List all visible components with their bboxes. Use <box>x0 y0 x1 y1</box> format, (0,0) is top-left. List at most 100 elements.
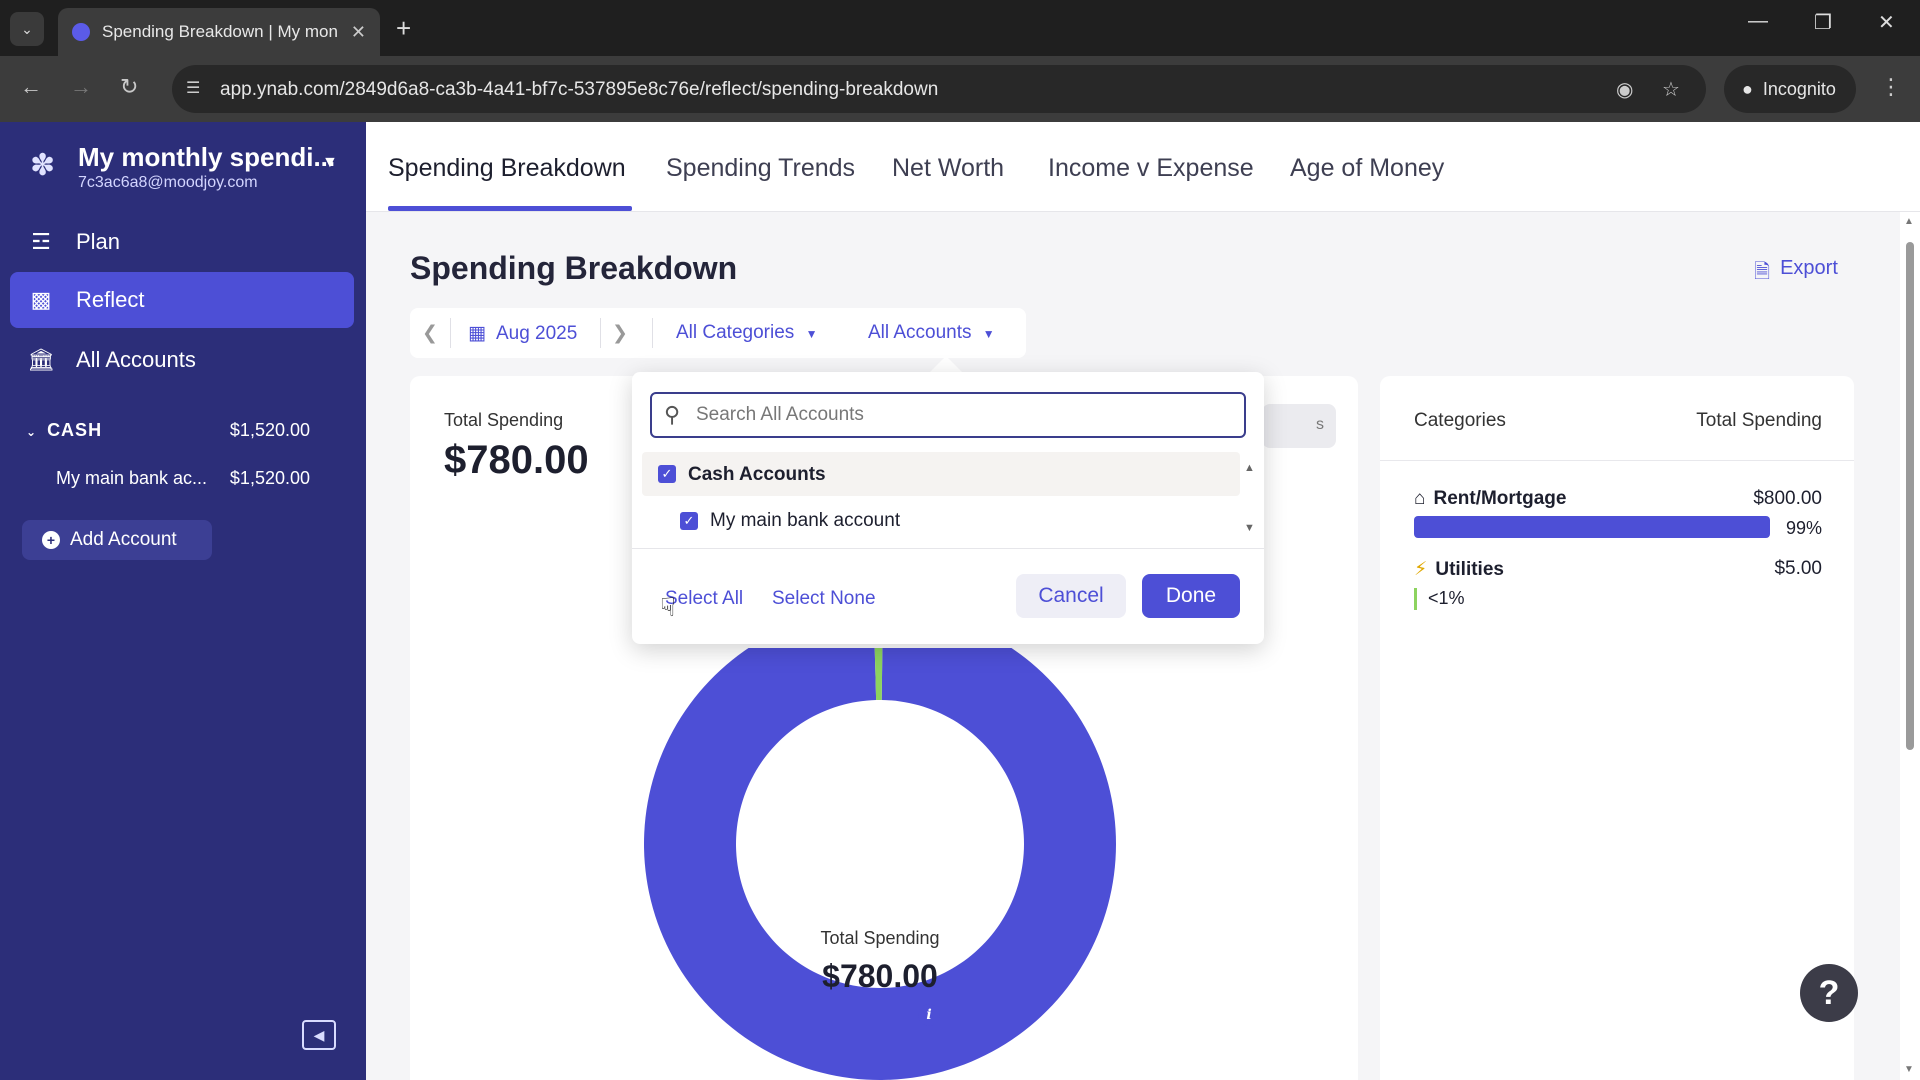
scroll-up-icon[interactable]: ▲ <box>1904 216 1914 227</box>
address-bar[interactable]: ☰ app.ynab.com/2849d6a8-ca3b-4a41-bf7c-5… <box>172 65 1706 113</box>
restore-icon[interactable]: ❐ <box>1814 10 1832 35</box>
tab-spending-trends[interactable]: Spending Trends <box>666 154 855 183</box>
dropdown-scroll-down-icon[interactable]: ▼ <box>1244 522 1255 534</box>
sidebar-item-reflect[interactable]: ▩ Reflect <box>10 272 354 328</box>
sidebar-item-all-accounts[interactable]: 🏛 All Accounts <box>10 332 354 388</box>
ynab-favicon-icon <box>72 23 90 41</box>
scroll-down-icon[interactable]: ▼ <box>1904 1064 1914 1075</box>
divider <box>600 318 601 348</box>
minimize-icon[interactable]: — <box>1748 10 1768 33</box>
budget-menu-caret-icon[interactable]: ▼ <box>322 154 338 172</box>
divider <box>652 318 653 348</box>
done-button[interactable]: Done <box>1142 574 1240 618</box>
next-month-icon[interactable]: ❯ <box>612 322 628 345</box>
tab-age-of-money[interactable]: Age of Money <box>1290 154 1444 183</box>
month-picker[interactable]: ▦ Aug 2025 <box>468 322 577 345</box>
close-window-icon[interactable]: ✕ <box>1878 10 1895 35</box>
accounts-dropdown: ⚲ ✓ Cash Accounts ✓ My main bank account… <box>632 372 1264 644</box>
dropdown-pointer <box>930 356 962 372</box>
account-search-input[interactable] <box>696 402 1236 428</box>
sidebar-item-label: Reflect <box>76 287 145 312</box>
accounts-filter[interactable]: All Accounts ▼ <box>868 322 995 344</box>
select-none-link[interactable]: Select None <box>772 588 876 610</box>
main-bank-account-label[interactable]: My main bank account <box>710 510 900 532</box>
browser-menu-icon[interactable]: ⋮ <box>1880 74 1902 100</box>
collapse-sidebar-icon[interactable]: ◀ <box>302 1020 336 1050</box>
donut-center-label: Total Spending <box>820 928 940 948</box>
incognito-badge[interactable]: ● Incognito <box>1724 65 1856 113</box>
tab-list-button[interactable]: ⌄ <box>10 12 44 46</box>
budget-email: 7c3ac6a8@moodjoy.com <box>78 174 258 191</box>
categories-filter[interactable]: All Categories ▼ <box>676 322 817 344</box>
site-settings-icon[interactable]: ☰ <box>186 78 200 98</box>
browser-toolbar: ← → ↻ ☰ app.ynab.com/2849d6a8-ca3b-4a41-… <box>0 56 1920 122</box>
account-search-field[interactable]: ⚲ <box>650 392 1246 438</box>
sidebar-item-label: All Accounts <box>76 347 196 372</box>
dropdown-scroll-up-icon[interactable]: ▲ <box>1244 462 1255 474</box>
filter-bar: ❮ ▦ Aug 2025 ❯ All Categories ▼ All Accou… <box>410 308 1026 358</box>
tab-title: Spending Breakdown | My mon <box>102 22 338 41</box>
category-amount: $800.00 <box>1753 488 1822 509</box>
account-name: My main bank ac... <box>56 468 208 488</box>
eye-off-icon[interactable]: ◉ <box>1616 77 1633 102</box>
sidebar-item-plan[interactable]: ☲ Plan <box>10 214 354 270</box>
cash-accounts-checkbox[interactable]: ✓ <box>658 465 676 483</box>
url-text: app.ynab.com/2849d6a8-ca3b-4a41-bf7c-537… <box>220 79 939 100</box>
calendar-icon: ▦ <box>468 323 486 344</box>
help-button[interactable]: ? <box>1800 964 1858 1022</box>
house-icon: ⌂ <box>1414 488 1426 509</box>
category-row-rent[interactable]: ⌂ Rent/Mortgage <box>1414 488 1566 510</box>
back-icon[interactable]: ← <box>20 74 42 100</box>
close-tab-icon[interactable]: ✕ <box>351 22 366 43</box>
group-amount: $1,520.00 <box>229 420 310 440</box>
account-group-cash[interactable]: ⌄ CASH $1,520.00 <box>26 420 310 441</box>
scroll-thumb[interactable] <box>1906 242 1914 750</box>
category-percent: 99% <box>1786 518 1823 538</box>
plus-circle-icon: + <box>42 531 60 549</box>
account-amount: $1,520.00 <box>229 468 310 488</box>
main-bank-account-checkbox[interactable]: ✓ <box>680 512 698 530</box>
browser-tab[interactable]: Spending Breakdown | My mon ✕ <box>58 8 380 56</box>
forward-icon[interactable]: → <box>70 74 92 100</box>
export-label: Export <box>1780 257 1838 279</box>
lightning-icon: ⚡ <box>1414 559 1428 580</box>
reload-icon[interactable]: ↻ <box>120 74 138 100</box>
sidebar-item-label: Plan <box>76 229 121 254</box>
budget-name[interactable]: My monthly spendi... <box>78 142 335 173</box>
export-button[interactable]: 🗎 Export <box>1754 257 1838 291</box>
page-scrollbar[interactable]: ▲ ▼ <box>1900 212 1920 1080</box>
bar-chart-icon: ▩ <box>30 287 52 312</box>
active-tab-indicator <box>388 206 632 211</box>
spending-donut-chart <box>644 648 1116 1080</box>
period-label: Aug 2025 <box>495 323 578 344</box>
sidebar: ✽ My monthly spendi... 7c3ac6a8@moodjoy.… <box>0 122 366 1080</box>
tab-net-worth[interactable]: Net Worth <box>892 154 1004 183</box>
report-tabs: Spending Breakdown Spending Trends Net W… <box>366 122 1920 212</box>
total-spending-value: $780.00 <box>444 438 589 482</box>
view-toggle-button[interactable]: s <box>1262 404 1336 448</box>
tab-income-v-expense[interactable]: Income v Expense <box>1048 154 1254 183</box>
bookmark-star-icon[interactable]: ☆ <box>1662 77 1680 102</box>
categories-filter-label: All Categories <box>676 322 795 343</box>
page-title: Spending Breakdown <box>410 250 738 286</box>
select-all-link[interactable]: Select All <box>665 588 743 610</box>
divider <box>632 548 1264 549</box>
plan-icon: ☲ <box>31 229 51 254</box>
previous-month-icon[interactable]: ❮ <box>422 322 438 345</box>
total-spending-label: Total Spending <box>444 410 564 430</box>
category-name: Utilities <box>1435 558 1504 580</box>
add-account-button[interactable]: + Add Account <box>22 520 212 560</box>
new-tab-icon[interactable]: + <box>396 12 411 44</box>
add-account-label: Add Account <box>70 529 177 550</box>
category-progress-bar <box>1414 516 1770 538</box>
tab-spending-breakdown[interactable]: Spending Breakdown <box>388 154 626 183</box>
info-icon[interactable]: i <box>918 1004 940 1026</box>
group-label: CASH <box>47 420 103 440</box>
category-row-utilities[interactable]: ⚡ Utilities <box>1414 558 1504 581</box>
cash-accounts-label[interactable]: Cash Accounts <box>688 464 826 486</box>
account-item[interactable]: My main bank ac... $1,520.00 <box>56 468 310 489</box>
donut-slice-rent-mortgage[interactable] <box>644 648 1116 1080</box>
cancel-button[interactable]: Cancel <box>1016 574 1126 618</box>
divider <box>450 318 451 348</box>
search-icon: ⚲ <box>664 402 681 427</box>
